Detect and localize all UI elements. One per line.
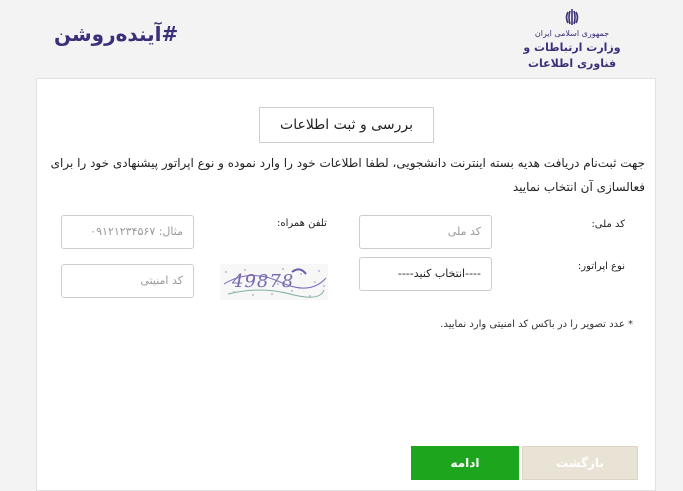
logo-ministry-text: وزارت ارتباطات و فناوری اطلاعات — [523, 41, 621, 70]
captcha-text: 49878 — [232, 271, 295, 292]
captcha-note: * عدد تصویر را در باکس کد امنیتی وارد نم… — [440, 319, 633, 330]
phone-input[interactable]: مثال: ۰۹۱۲۱۲۳۴۵۶۷ — [61, 215, 194, 249]
national-code-label: کد ملی: — [591, 219, 625, 230]
ministry-logo: جمهوری اسلامی ایران وزارت ارتباطات و فنا… — [507, 8, 637, 72]
operator-label: نوع اپراتور: — [577, 261, 625, 272]
registration-card: بررسی و ثبت اطلاعات جهت ثبت‌نام دریافت ه… — [36, 78, 656, 491]
slogan-hashtag: #آینده‌روشن — [54, 22, 179, 46]
logo-country-text: جمهوری اسلامی ایران — [534, 29, 610, 38]
form-title: بررسی و ثبت اطلاعات — [259, 107, 434, 143]
operator-select[interactable]: ----انتخاب کنید---- — [359, 257, 492, 291]
captcha-image: 49878 — [220, 264, 328, 300]
form-intro-text: جهت ثبت‌نام دریافت هدیه بسته اینترنت دان… — [50, 156, 645, 194]
back-button[interactable]: بازگشت — [522, 446, 638, 480]
continue-button[interactable]: ادامه — [411, 446, 519, 480]
security-code-input[interactable]: کد امنیتی — [61, 264, 194, 298]
phone-label: تلفن همراه: — [277, 218, 327, 229]
page-header: #آینده‌روشن جمهوری اسلامی ایران وزارت ار… — [0, 0, 683, 78]
iran-emblem-icon — [565, 9, 579, 25]
national-code-input[interactable]: کد ملی — [359, 215, 492, 249]
